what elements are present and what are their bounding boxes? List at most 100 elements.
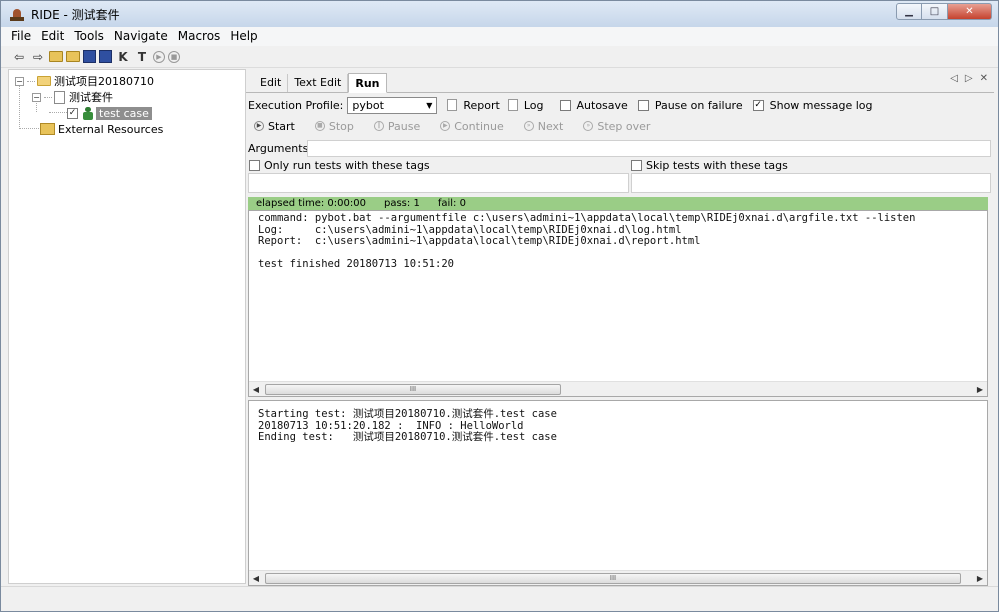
stop-icon: ■ bbox=[314, 121, 325, 131]
collapse-icon[interactable]: − bbox=[15, 76, 24, 86]
editor-tabs: Edit Text Edit Run bbox=[246, 73, 994, 93]
continue-button[interactable]: ▶ Continue bbox=[440, 120, 504, 133]
autosave-checkbox[interactable] bbox=[559, 99, 571, 111]
test-search-icon[interactable]: T bbox=[134, 49, 150, 65]
pause-on-failure-checkbox[interactable] bbox=[637, 99, 649, 111]
scroll-right-icon[interactable]: ▶ bbox=[973, 574, 987, 583]
arguments-row: Arguments: bbox=[248, 140, 312, 157]
skip-tags-label: Skip tests with these tags bbox=[646, 159, 788, 172]
keyword-search-icon[interactable]: K bbox=[115, 49, 131, 65]
pause-on-failure-label: Pause on failure bbox=[654, 98, 743, 112]
only-run-tags-checkbox[interactable] bbox=[249, 160, 260, 171]
only-run-tags-label: Only run tests with these tags bbox=[264, 159, 430, 172]
scroll-thumb[interactable]: III bbox=[265, 572, 961, 584]
tree-label-project: 测试项目20180710 bbox=[54, 75, 154, 88]
report-link[interactable]: Report bbox=[463, 99, 499, 112]
run-controls: ▶ Start ■ Stop ‖ Pause ▶ Continue » Next » Ste… bbox=[254, 118, 670, 134]
include-tags-row: Only run tests with these tags bbox=[249, 159, 430, 172]
window-title: RIDE - 测试套件 bbox=[31, 7, 120, 22]
start-icon: ▶ bbox=[254, 121, 264, 131]
exclude-tags-row: Skip tests with these tags bbox=[631, 159, 788, 172]
tree-item-external-resources[interactable]: External Resources bbox=[40, 121, 163, 137]
menu-edit[interactable]: Edit bbox=[36, 27, 69, 46]
tree-item-project[interactable]: − 测试项目20180710 bbox=[15, 73, 154, 89]
elapsed-time: elapsed time: 0:00:00 bbox=[256, 198, 366, 209]
console-output[interactable]: command: pybot.bat --argumentfile c:\use… bbox=[248, 210, 988, 397]
message-log-text: Starting test: 测试项目20180710.测试套件.test ca… bbox=[258, 408, 557, 443]
autosave-label: Autosave bbox=[576, 98, 628, 112]
tab-close-icon[interactable]: ✕ bbox=[980, 73, 988, 84]
status-bar bbox=[1, 586, 998, 611]
arguments-input[interactable] bbox=[307, 140, 991, 157]
show-message-log-checkbox[interactable]: ✓ bbox=[752, 99, 764, 111]
tab-controls: ◁ ▷ ✕ bbox=[950, 73, 988, 84]
scroll-left-icon[interactable]: ◀ bbox=[249, 385, 263, 394]
back-arrow-icon[interactable]: ⇦ bbox=[11, 49, 27, 65]
start-button[interactable]: ▶ Start bbox=[254, 120, 295, 133]
tree-item-test-case[interactable]: ✓ test case bbox=[67, 105, 152, 121]
robot-icon bbox=[82, 106, 93, 120]
maximize-button[interactable]: □ bbox=[922, 3, 948, 20]
step-over-button[interactable]: » Step over bbox=[583, 120, 650, 133]
pause-button[interactable]: ‖ Pause bbox=[373, 120, 420, 133]
message-log-output[interactable]: Starting test: 测试项目20180710.测试套件.test ca… bbox=[248, 400, 988, 586]
tab-edit[interactable]: Edit bbox=[254, 74, 289, 92]
step-over-icon: » bbox=[583, 121, 594, 131]
tab-run[interactable]: Run bbox=[348, 73, 387, 93]
window-controls: ▁ □ ✕ bbox=[896, 3, 992, 20]
include-tags-input[interactable] bbox=[248, 173, 629, 193]
show-message-log-label: Show message log bbox=[769, 98, 873, 112]
collapse-icon[interactable]: − bbox=[32, 92, 41, 102]
tab-text-edit[interactable]: Text Edit bbox=[288, 74, 349, 92]
tree-label-test-case: test case bbox=[96, 106, 152, 120]
console-hscrollbar[interactable]: ◀ III ▶ bbox=[249, 381, 987, 396]
profile-label: Execution Profile: bbox=[248, 98, 344, 112]
pass-count: pass: 1 bbox=[384, 198, 420, 209]
tree-item-suite[interactable]: − 测试套件 bbox=[32, 89, 113, 105]
scroll-thumb[interactable]: III bbox=[265, 383, 561, 395]
scroll-right-icon[interactable]: ▶ bbox=[973, 385, 987, 394]
continue-icon: ▶ bbox=[440, 121, 451, 131]
folder-icon bbox=[37, 76, 51, 86]
skip-tags-checkbox[interactable] bbox=[631, 160, 642, 171]
external-resources-icon bbox=[40, 123, 55, 135]
message-log-hscrollbar[interactable]: ◀ III ▶ bbox=[249, 570, 987, 585]
scroll-track[interactable]: III bbox=[263, 572, 973, 585]
log-link[interactable]: Log bbox=[524, 99, 544, 112]
menu-file[interactable]: File bbox=[1, 27, 36, 46]
project-tree: − 测试项目20180710 − 测试套件 ✓ test case Extern… bbox=[8, 69, 246, 584]
ride-window: RIDE - 测试套件 ▁ □ ✕ File Edit Tools Naviga… bbox=[0, 0, 999, 612]
log-icon bbox=[507, 99, 518, 111]
title-bar: RIDE - 测试套件 ▁ □ ✕ bbox=[1, 1, 998, 27]
dropdown-arrow-icon: ▼ bbox=[426, 100, 433, 110]
run-status-bar: elapsed time: 0:00:00 pass: 1 fail: 0 bbox=[248, 197, 988, 210]
save-icon[interactable] bbox=[83, 50, 96, 63]
menu-help[interactable]: Help bbox=[225, 27, 262, 46]
exclude-tags-input[interactable] bbox=[631, 173, 991, 193]
save-all-icon[interactable] bbox=[99, 50, 112, 63]
tab-left-icon[interactable]: ◁ bbox=[950, 73, 958, 84]
console-text: command: pybot.bat --argumentfile c:\use… bbox=[258, 212, 916, 270]
pause-icon: ‖ bbox=[373, 121, 384, 131]
forward-arrow-icon[interactable]: ⇨ bbox=[30, 49, 46, 65]
report-icon bbox=[447, 99, 458, 111]
profile-select[interactable]: pybot ▼ bbox=[347, 96, 438, 114]
stop-button[interactable]: ■ Stop bbox=[314, 120, 354, 133]
tree-label-external: External Resources bbox=[58, 122, 164, 136]
tab-right-icon[interactable]: ▷ bbox=[965, 73, 973, 84]
scroll-track[interactable]: III bbox=[263, 383, 973, 396]
next-button[interactable]: » Next bbox=[523, 120, 563, 133]
run-panel: Edit Text Edit Run ◁ ▷ ✕ Execution Profi… bbox=[246, 69, 994, 586]
scroll-left-icon[interactable]: ◀ bbox=[249, 574, 263, 583]
test-case-checkbox[interactable]: ✓ bbox=[67, 107, 78, 119]
ride-app-icon bbox=[9, 6, 25, 22]
stop-tests-icon[interactable]: ■ bbox=[168, 50, 180, 63]
menu-navigate[interactable]: Navigate bbox=[109, 27, 173, 46]
open-directory-icon[interactable] bbox=[66, 51, 80, 62]
minimize-button[interactable]: ▁ bbox=[896, 3, 922, 20]
menu-macros[interactable]: Macros bbox=[173, 27, 226, 46]
menu-tools[interactable]: Tools bbox=[69, 27, 109, 46]
run-tests-icon[interactable]: ▶ bbox=[153, 50, 165, 63]
open-suite-icon[interactable] bbox=[49, 51, 63, 62]
close-button[interactable]: ✕ bbox=[948, 3, 992, 20]
